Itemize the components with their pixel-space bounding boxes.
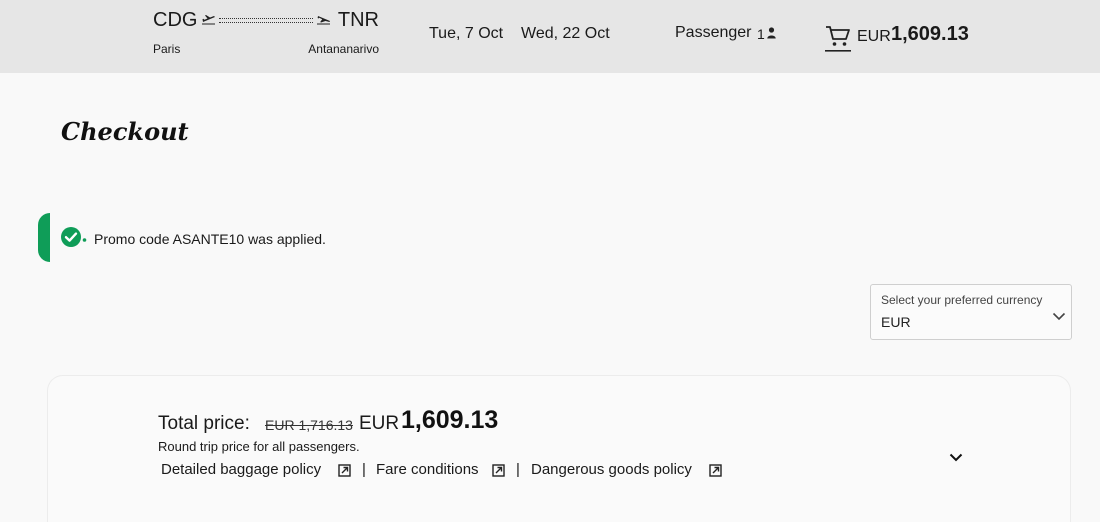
plane-landing-icon <box>317 16 330 25</box>
cart-currency: EUR <box>857 28 891 45</box>
return-date[interactable]: Wed, 22 Oct <box>521 25 610 43</box>
destination-city: Antananarivo <box>308 42 379 56</box>
page-title: Checkout <box>61 117 189 146</box>
price-note: Round trip price for all passengers. <box>158 439 360 454</box>
total-price-label: Total price: <box>158 413 250 434</box>
chevron-down-icon[interactable] <box>949 453 963 462</box>
currency-select-label: Select your preferred currency <box>881 293 1043 307</box>
origin-code: CDG <box>153 9 198 31</box>
promo-status-bar <box>38 213 50 262</box>
external-link-icon <box>338 464 351 477</box>
route-summary: CDG TNR Paris Antananarivo <box>153 8 381 58</box>
person-icon <box>767 27 776 39</box>
link-separator: | <box>362 461 366 478</box>
route-line <box>219 18 313 19</box>
fare-conditions-link[interactable]: Fare conditions <box>376 461 479 478</box>
original-price: EUR 1,716.13 <box>265 417 353 433</box>
origin-city: Paris <box>153 42 181 56</box>
link-separator: | <box>516 461 520 478</box>
passenger-label[interactable]: Passenger <box>675 24 752 42</box>
cart-icon[interactable] <box>824 22 852 52</box>
currency-select[interactable]: Select your preferred currency EUR <box>870 284 1072 340</box>
promo-message: Promo code ASANTE10 was applied. <box>94 231 326 247</box>
plane-takeoff-icon <box>202 15 215 25</box>
dangerous-goods-link[interactable]: Dangerous goods policy <box>531 461 692 478</box>
cart-total: 1,609.13 <box>891 23 969 45</box>
chevron-down-icon <box>1052 312 1066 321</box>
total-price-amount: 1,609.13 <box>401 406 499 434</box>
external-link-icon <box>709 464 722 477</box>
check-circle-icon <box>61 227 87 247</box>
currency-select-value: EUR <box>881 314 911 330</box>
booking-summary-header: CDG TNR Paris Antananarivo Tue, 7 Oct We… <box>0 0 1100 73</box>
baggage-policy-link[interactable]: Detailed baggage policy <box>161 461 321 478</box>
external-link-icon <box>492 464 505 477</box>
destination-code: TNR <box>337 9 379 31</box>
route-line-lower <box>219 22 313 23</box>
outbound-date[interactable]: Tue, 7 Oct <box>429 25 503 43</box>
total-price-currency: EUR <box>359 413 400 434</box>
passenger-count: 1 <box>757 26 765 42</box>
